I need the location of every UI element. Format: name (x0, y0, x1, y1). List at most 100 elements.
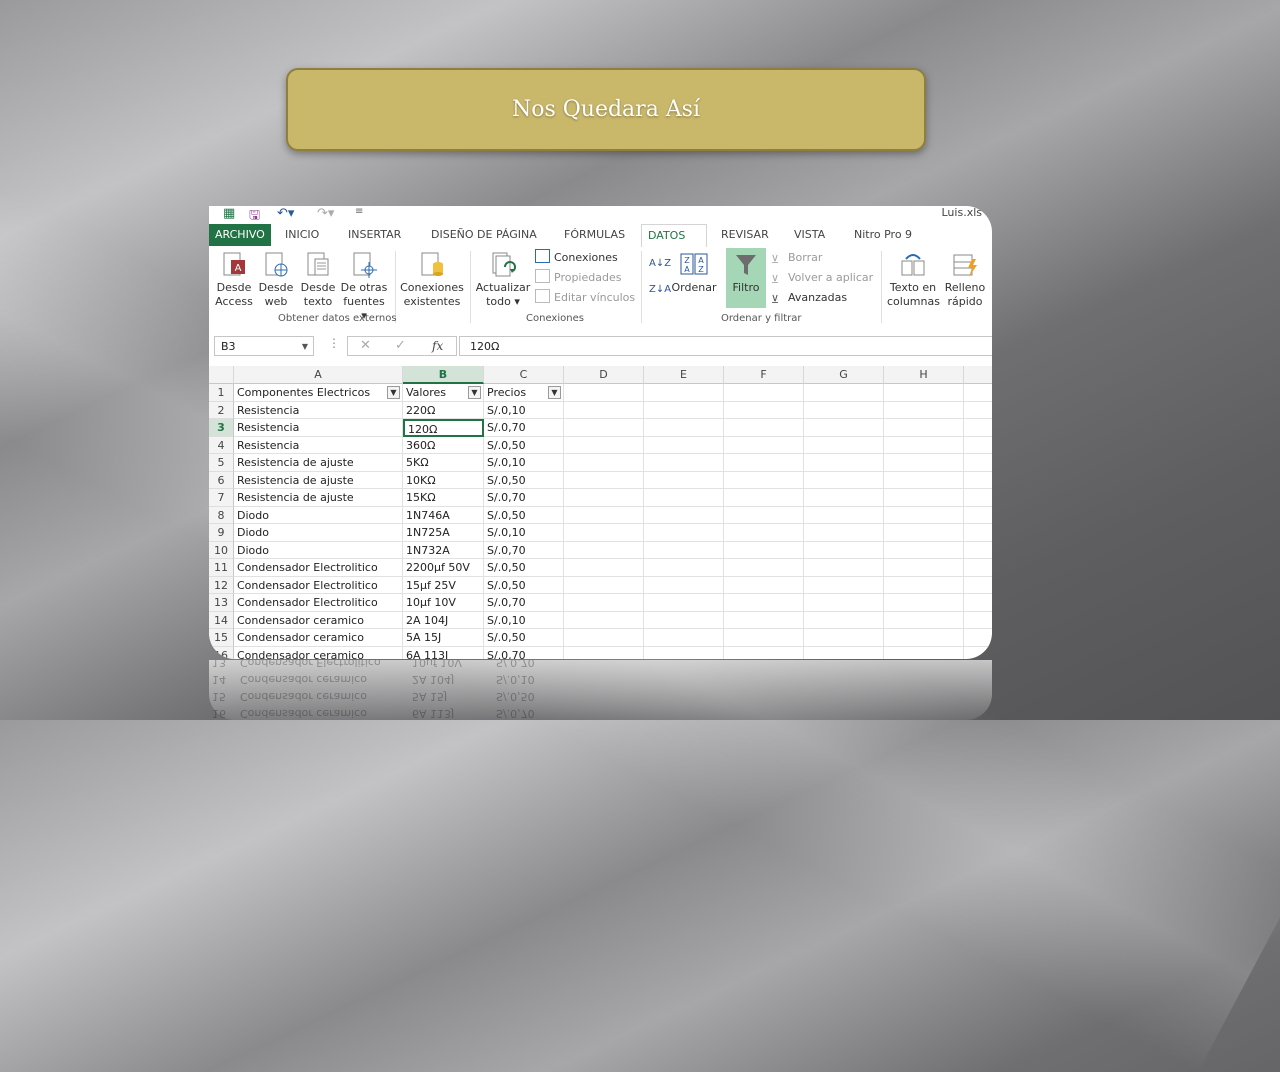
texto-en-columnas-button[interactable]: Texto en columnas (887, 251, 940, 309)
table-cell[interactable]: Resistencia de ajuste (234, 471, 403, 489)
empty-cell[interactable] (644, 524, 724, 542)
table-cell[interactable]: Condensador ceramico (234, 646, 403, 659)
enter-icon[interactable]: ✓ (395, 337, 406, 355)
volver-aplicar-button[interactable]: ⊻ Volver a aplicar (771, 269, 873, 287)
table-cell[interactable]: Condensador Electrolitico (234, 559, 403, 577)
empty-cell[interactable] (884, 419, 964, 437)
empty-cell[interactable] (804, 384, 884, 402)
empty-cell[interactable] (644, 384, 724, 402)
empty-cell[interactable] (804, 454, 884, 472)
table-cell[interactable]: 6A 113J (403, 646, 484, 659)
empty-cell[interactable] (724, 471, 804, 489)
column-header-e[interactable]: E (644, 366, 724, 384)
table-cell[interactable]: S/.0,70 (484, 419, 564, 437)
desde-access-button[interactable]: A Desde Access (215, 251, 253, 309)
name-box[interactable]: B3 ▼ (214, 336, 314, 356)
tab-insertar[interactable]: INSERTAR (342, 224, 407, 246)
table-cell[interactable]: Resistencia de ajuste (234, 489, 403, 507)
sort-za-icon[interactable]: Z↓A (649, 281, 671, 299)
empty-cell[interactable] (564, 541, 644, 559)
table-cell[interactable]: 15μf 25V (403, 576, 484, 594)
row-header[interactable]: 3 (209, 419, 234, 437)
table-cell[interactable]: 10μf 10V (403, 594, 484, 612)
insert-function-icon[interactable]: fx (432, 337, 443, 355)
table-cell[interactable]: S/.0,10 (484, 401, 564, 419)
conexiones-button[interactable]: Conexiones (535, 249, 618, 267)
empty-cell[interactable] (964, 577, 992, 594)
empty-cell[interactable] (804, 646, 884, 659)
empty-cell[interactable] (964, 437, 992, 454)
empty-cell[interactable] (804, 489, 884, 507)
propiedades-button[interactable]: Propiedades (535, 269, 621, 287)
row-header[interactable]: 14 (209, 611, 234, 629)
chevron-down-icon[interactable]: ▼ (302, 337, 308, 357)
table-header-cell[interactable]: Componentes Electricos (234, 384, 403, 402)
empty-cell[interactable] (644, 576, 724, 594)
empty-cell[interactable] (884, 384, 964, 402)
empty-cell[interactable] (804, 559, 884, 577)
empty-cell[interactable] (884, 489, 964, 507)
empty-cell[interactable] (564, 454, 644, 472)
empty-cell[interactable] (724, 454, 804, 472)
row-header[interactable]: 11 (209, 559, 234, 577)
relleno-rapido-button[interactable]: Relleno rápido (943, 251, 987, 309)
empty-cell[interactable] (804, 419, 884, 437)
empty-cell[interactable] (644, 629, 724, 647)
table-cell[interactable]: S/.0,70 (484, 541, 564, 559)
table-cell[interactable]: S/.0,50 (484, 436, 564, 454)
table-cell[interactable]: S/.0,10 (484, 611, 564, 629)
empty-cell[interactable] (964, 559, 992, 577)
empty-cell[interactable] (644, 489, 724, 507)
empty-cell[interactable] (964, 594, 992, 612)
column-header-a[interactable]: A (234, 366, 403, 384)
formula-input[interactable]: 120Ω (459, 336, 992, 356)
empty-cell[interactable] (724, 524, 804, 542)
table-cell[interactable]: 360Ω (403, 436, 484, 454)
empty-cell[interactable] (884, 559, 964, 577)
avanzadas-button[interactable]: ⊻ Avanzadas (771, 289, 847, 307)
empty-cell[interactable] (644, 594, 724, 612)
conexiones-existentes-button[interactable]: Conexiones existentes (399, 251, 465, 309)
empty-cell[interactable] (884, 594, 964, 612)
empty-cell[interactable] (884, 401, 964, 419)
empty-cell[interactable] (644, 559, 724, 577)
empty-cell[interactable] (644, 454, 724, 472)
row-header[interactable]: 6 (209, 471, 234, 489)
empty-cell[interactable] (724, 489, 804, 507)
table-cell[interactable]: 2A 104J (403, 611, 484, 629)
select-all-corner[interactable] (209, 366, 234, 384)
empty-cell[interactable] (724, 384, 804, 402)
empty-cell[interactable] (644, 419, 724, 437)
empty-cell[interactable] (804, 471, 884, 489)
table-cell[interactable]: 1N732A (403, 541, 484, 559)
empty-cell[interactable] (884, 611, 964, 629)
column-header-c[interactable]: C (484, 366, 564, 384)
table-cell[interactable]: Resistencia de ajuste (234, 454, 403, 472)
empty-cell[interactable] (564, 471, 644, 489)
empty-cell[interactable] (964, 402, 992, 419)
column-header-g[interactable]: G (804, 366, 884, 384)
tab-inicio[interactable]: INICIO (279, 224, 325, 246)
column-header-i[interactable] (964, 366, 992, 384)
table-cell[interactable]: 10KΩ (403, 471, 484, 489)
empty-cell[interactable] (564, 646, 644, 659)
row-header[interactable]: 10 (209, 541, 234, 559)
table-cell[interactable]: 5KΩ (403, 454, 484, 472)
empty-cell[interactable] (804, 541, 884, 559)
table-cell[interactable]: Resistencia (234, 436, 403, 454)
table-cell[interactable]: 1N746A (403, 506, 484, 524)
customize-qat-icon[interactable]: ≡ (355, 206, 363, 217)
table-cell[interactable]: S/.0,50 (484, 559, 564, 577)
empty-cell[interactable] (804, 611, 884, 629)
tab-nitro[interactable]: Nitro Pro 9 (848, 224, 918, 246)
row-header[interactable]: 13 (209, 594, 234, 612)
more-options-icon[interactable]: ⋮ (328, 336, 340, 350)
empty-cell[interactable] (884, 471, 964, 489)
empty-cell[interactable] (884, 524, 964, 542)
column-header-h[interactable]: H (884, 366, 964, 384)
actualizar-todo-button[interactable]: Actualizar todo ▾ (475, 251, 531, 309)
desde-web-button[interactable]: Desde web (257, 251, 295, 309)
table-cell[interactable]: 120Ω (403, 419, 484, 437)
ordenar-button[interactable]: ZAAZ Ordenar (671, 251, 717, 295)
empty-cell[interactable] (964, 542, 992, 559)
